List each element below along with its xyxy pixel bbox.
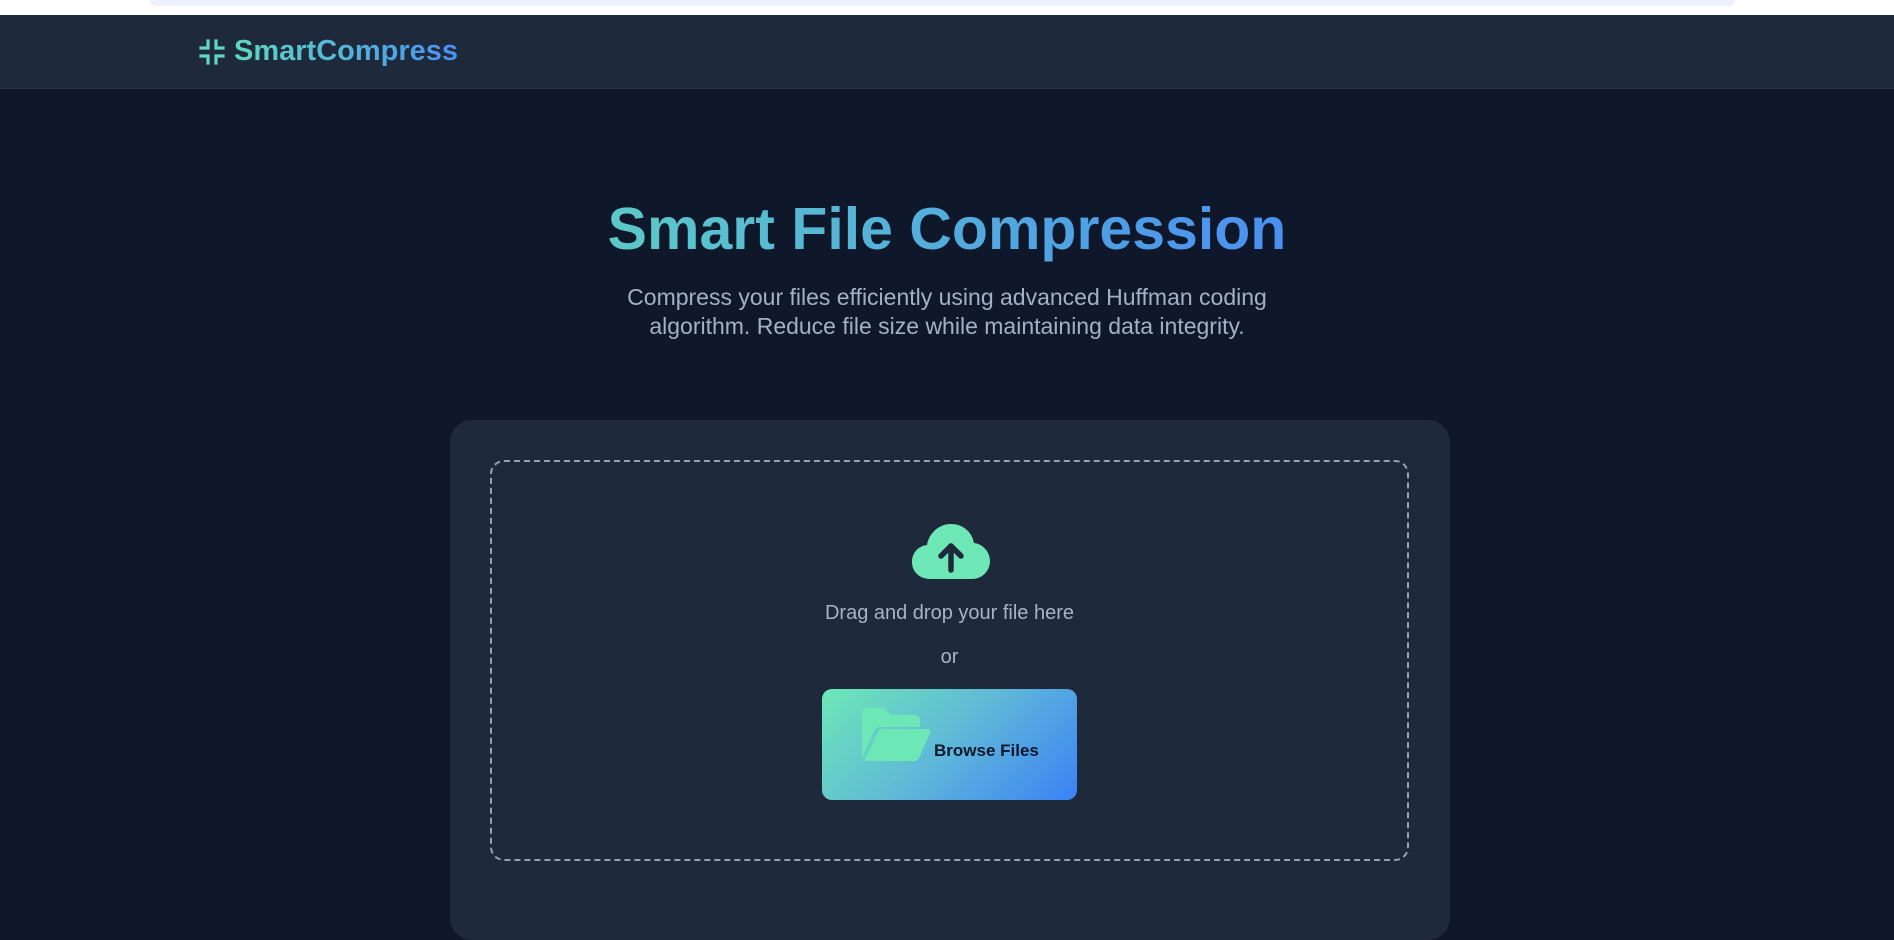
- page-title: Smart File Compression: [0, 193, 1894, 265]
- page-title-text: Smart File Compression: [607, 196, 1287, 262]
- file-dropzone[interactable]: Drag and drop your file here or Browse F…: [490, 460, 1409, 861]
- browser-toolbar-edge: [150, 0, 1735, 6]
- brand-logo[interactable]: SmartCompress: [198, 35, 458, 68]
- brand-name: SmartCompress: [234, 35, 459, 67]
- folder-open-icon: [862, 708, 931, 761]
- or-separator: or: [940, 646, 959, 668]
- cloud-upload-icon: [912, 524, 990, 579]
- upload-card: Drag and drop your file here or Browse F…: [450, 420, 1450, 940]
- navbar: SmartCompress: [0, 15, 1894, 89]
- compress-icon: [199, 38, 225, 65]
- browse-files-button[interactable]: Browse Files: [822, 689, 1077, 800]
- browser-top-strip: [0, 0, 1894, 15]
- page-subtitle: Compress your files efficiently using ad…: [627, 284, 1267, 339]
- drop-instructions: Drag and drop your file here: [824, 602, 1075, 624]
- browse-files-label: Browse Files: [934, 741, 1039, 760]
